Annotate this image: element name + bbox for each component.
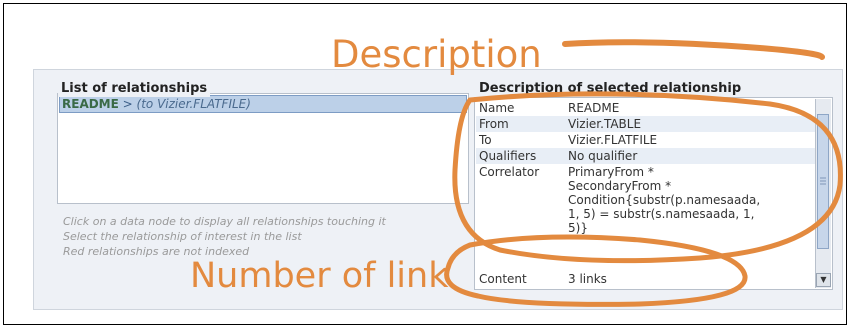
annotation-number-of-link: Number of link [190,256,449,296]
description-underline-stroke [562,39,825,60]
description-ellipse [452,91,843,264]
annotation-description: Description [331,33,542,76]
